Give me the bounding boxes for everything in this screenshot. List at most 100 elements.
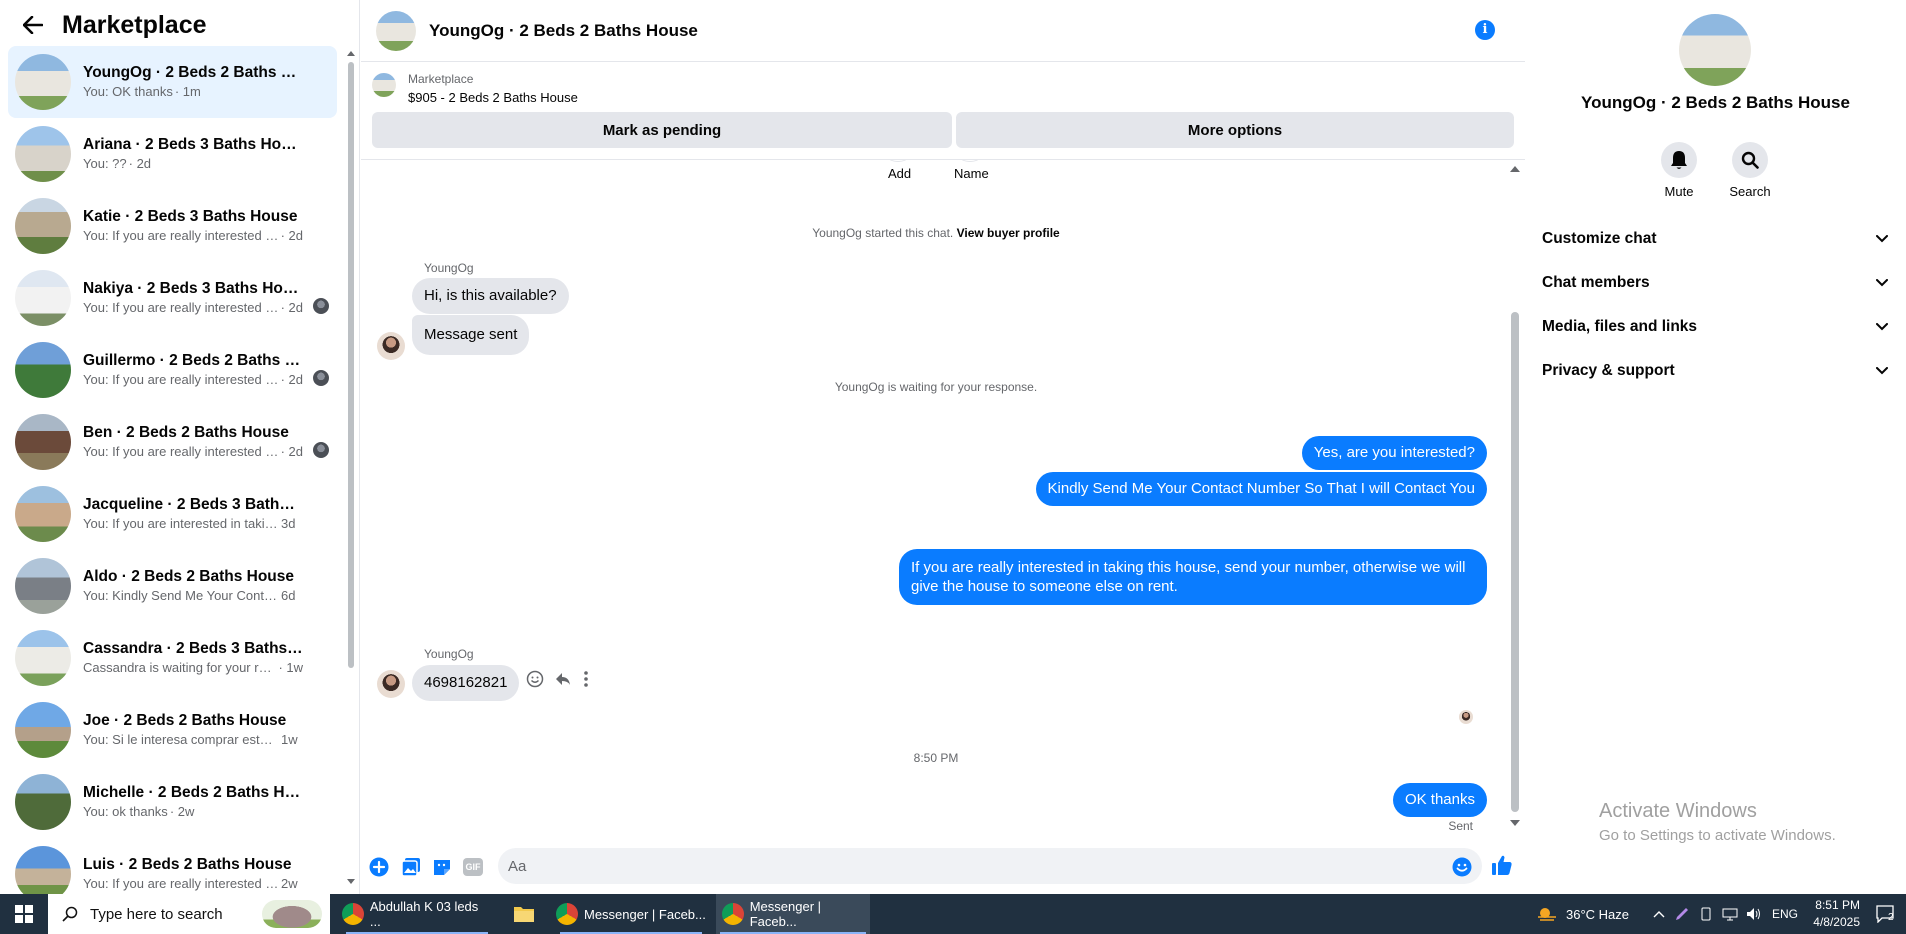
conversation-item[interactable]: Cassandra · 2 Beds 3 Baths House Cassandr…: [8, 622, 337, 694]
mute-action[interactable]: Mute: [1649, 142, 1709, 199]
conversation-name: YoungOg · 2 Beds 2 Baths House: [83, 64, 303, 81]
chevron-down-icon: [1876, 318, 1888, 336]
outgoing-message[interactable]: Yes, are you interested?: [1301, 436, 1487, 470]
view-buyer-profile-link[interactable]: View buyer profile: [957, 226, 1060, 240]
reply-icon[interactable]: [554, 670, 572, 693]
taskbar-search-text: Type here to search: [90, 905, 223, 923]
waiting-notice: YoungOg is waiting for your response.: [834, 380, 1038, 394]
incoming-message[interactable]: 4698162821: [412, 665, 520, 701]
info-section-customize-chat[interactable]: Customize chat: [1542, 219, 1888, 259]
conversation-item[interactable]: Guillermo · 2 Beds 2 Baths Ho... You: If …: [8, 334, 337, 406]
conversation-snippet: You: If you are really interested in b..…: [83, 876, 279, 891]
activate-title: Activate Windows: [1599, 800, 1757, 822]
conversation-preview: You: OK thanks · 1m: [83, 83, 303, 101]
chat-avatar[interactable]: [376, 10, 416, 51]
more-icon[interactable]: [583, 670, 589, 693]
conversation-snippet: Cassandra is waiting for your resp...: [83, 660, 277, 675]
conversation-time: · 2d: [128, 156, 152, 171]
outgoing-message[interactable]: Kindly Send Me Your Contact Number So Th…: [1035, 472, 1487, 506]
sender-avatar[interactable]: [377, 670, 405, 698]
mark-pending-button[interactable]: Mark as pending: [372, 112, 952, 148]
conversation-item[interactable]: Katie · 2 Beds 3 Baths House You: If you …: [8, 190, 337, 262]
contact-avatar[interactable]: [1679, 14, 1751, 86]
conversation-snippet: You: OK thanks: [83, 84, 173, 99]
info-section-chat-members[interactable]: Chat members: [1542, 263, 1888, 303]
bell-icon[interactable]: [1661, 142, 1697, 178]
sticker-icon[interactable]: [431, 856, 453, 878]
conversation-time: · 2d: [280, 372, 303, 387]
conversation-time: · 1m: [174, 84, 201, 99]
conversation-avatar: [15, 486, 71, 542]
conversation-item[interactable]: Ben · 2 Beds 2 Baths House You: If you ar…: [8, 406, 337, 478]
outgoing-message[interactable]: OK thanks: [1392, 783, 1487, 817]
conversation-time: · 2d: [280, 300, 303, 315]
taskbar-app-chrome-1[interactable]: Abdullah K 03 leds ...: [342, 894, 492, 934]
conversation-text: Aldo · 2 Beds 2 Baths House You: Kindly S…: [83, 567, 303, 605]
conversation-item[interactable]: YoungOg · 2 Beds 2 Baths House You: OK th…: [8, 46, 337, 118]
react-icon[interactable]: [526, 670, 544, 693]
listing-title[interactable]: $905 - 2 Beds 2 Baths House: [408, 90, 578, 105]
conversation-preview: You: Si le interesa comprar esta cas...1…: [83, 731, 303, 749]
conversation-time: 3d: [281, 516, 296, 531]
conversation-preview: You: If you are interested in taking i..…: [83, 515, 303, 533]
name-action-label[interactable]: Name: [954, 166, 989, 181]
file-explorer-icon[interactable]: [510, 894, 538, 934]
language-indicator[interactable]: ENG: [1772, 894, 1798, 934]
conversation-item[interactable]: Nakiya · 2 Beds 3 Baths House You: If you…: [8, 262, 337, 334]
conversation-avatar: [15, 342, 71, 398]
back-arrow-icon[interactable]: [20, 12, 46, 38]
add-action-label[interactable]: Add: [888, 166, 911, 181]
conversation-snippet: You: If you are really interested i...: [83, 300, 279, 315]
info-icon[interactable]: i: [1475, 20, 1495, 40]
gif-icon[interactable]: GIF: [462, 856, 484, 878]
volume-icon[interactable]: [1746, 894, 1762, 934]
taskbar-app-messenger-1[interactable]: Messenger | Faceb...: [556, 894, 706, 934]
conversation-name: Joe · 2 Beds 2 Baths House: [83, 712, 287, 729]
search-icon[interactable]: [1732, 142, 1768, 178]
incoming-message[interactable]: Hi, is this available?: [412, 278, 569, 314]
sender-avatar[interactable]: [377, 332, 405, 360]
pen-icon[interactable]: [1675, 894, 1689, 934]
sidebar-scrollbar[interactable]: [346, 48, 356, 888]
chat-scrollbar[interactable]: [1509, 160, 1521, 830]
plus-icon[interactable]: [368, 856, 390, 878]
info-section-privacy-support[interactable]: Privacy & support: [1542, 351, 1888, 391]
search-action[interactable]: Search: [1720, 142, 1780, 199]
listing-thumbnail[interactable]: [372, 73, 396, 97]
like-icon[interactable]: [1491, 854, 1513, 876]
photo-icon[interactable]: [400, 856, 422, 878]
conversation-text: Cassandra · 2 Beds 3 Baths House Cassandr…: [83, 639, 303, 677]
conversation-preview: You: ?? · 2d: [83, 155, 303, 173]
more-options-button[interactable]: More options: [956, 112, 1514, 148]
conversation-item[interactable]: Jacqueline · 2 Beds 3 Baths House You: If…: [8, 478, 337, 550]
conversation-item[interactable]: Luis · 2 Beds 2 Baths House You: If you a…: [8, 838, 337, 894]
outgoing-message[interactable]: If you are really interested in taking t…: [899, 549, 1487, 605]
conversation-time: · 2d: [280, 444, 303, 459]
conversation-item[interactable]: Michelle · 2 Beds 2 Baths House You: ok t…: [8, 766, 337, 838]
conversation-snippet: You: Kindly Send Me Your Contact ...: [83, 588, 279, 603]
info-section-media-files-and-links[interactable]: Media, files and links: [1542, 307, 1888, 347]
chat-title[interactable]: YoungOg · 2 Beds 2 Baths House: [429, 21, 698, 41]
conversation-item[interactable]: Joe · 2 Beds 2 Baths House You: Si le int…: [8, 694, 337, 766]
windows-start-icon[interactable]: [0, 894, 48, 934]
conversation-time: 1w: [281, 732, 298, 747]
taskbar-app-messenger-2[interactable]: Messenger | Faceb...: [716, 894, 870, 934]
taskbar-clock[interactable]: 8:51 PM 4/8/2025: [1800, 897, 1860, 931]
emoji-icon[interactable]: [1451, 856, 1473, 878]
network-icon[interactable]: [1722, 894, 1738, 934]
conversation-item[interactable]: Ariana · 2 Beds 3 Baths House You: ?? · 2d: [8, 118, 337, 190]
conversation-name: Aldo · 2 Beds 2 Baths House: [83, 568, 295, 585]
conversation-item[interactable]: Aldo · 2 Beds 2 Baths House You: Kindly S…: [8, 550, 337, 622]
conversation-name: Luis · 2 Beds 2 Baths House: [83, 856, 292, 873]
incoming-message[interactable]: Message sent: [412, 315, 530, 355]
message-input[interactable]: [498, 848, 1482, 884]
conversation-avatar: [15, 270, 71, 326]
conversation-text: Joe · 2 Beds 2 Baths House You: Si le int…: [83, 711, 303, 749]
conversation-avatar: [15, 126, 71, 182]
notification-icon[interactable]: 2: [1876, 894, 1896, 934]
device-icon[interactable]: [1699, 894, 1713, 934]
tray-chevron-up-icon[interactable]: [1653, 894, 1665, 934]
conversation-text: Michelle · 2 Beds 2 Baths House You: ok t…: [83, 783, 303, 821]
weather-widget[interactable]: 36°C Haze: [1536, 894, 1629, 934]
taskbar-search-box[interactable]: Type here to search: [48, 894, 330, 934]
